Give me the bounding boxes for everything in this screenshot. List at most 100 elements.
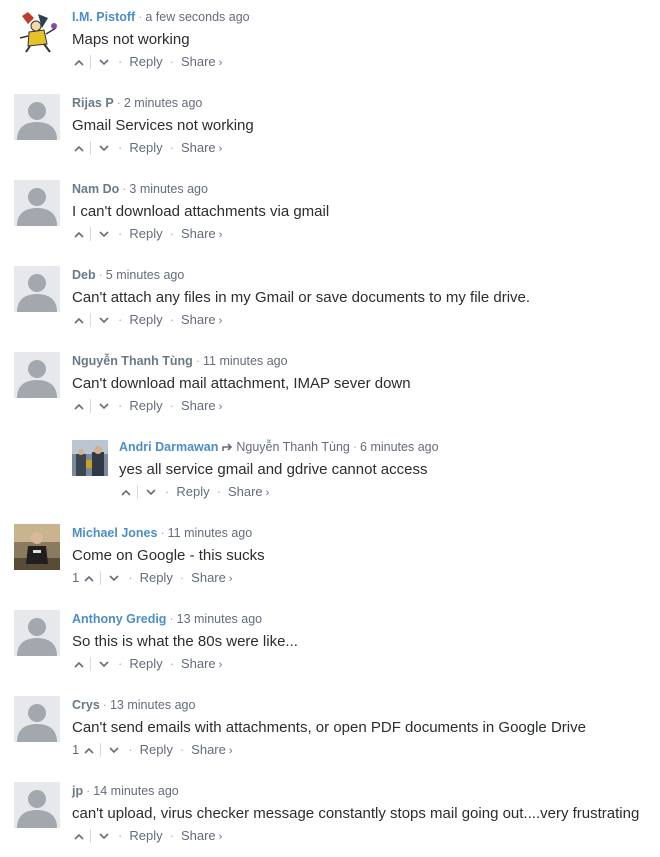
avatar[interactable]: [14, 782, 60, 828]
comment-body: Michael Jones · 11 minutes ago Come on Goo…: [72, 516, 654, 587]
reply-button[interactable]: Reply: [129, 397, 162, 415]
author-name[interactable]: Andri Darmawan: [119, 440, 218, 454]
meta-dot: ·: [138, 10, 143, 24]
meta-dot: ·: [160, 526, 165, 540]
timestamp[interactable]: 11 minutes ago: [168, 526, 253, 540]
upvote-button[interactable]: [72, 55, 86, 69]
downvote-button[interactable]: [97, 829, 111, 843]
share-button[interactable]: Share ›: [181, 397, 222, 416]
author-name[interactable]: Deb: [72, 268, 96, 282]
author-name[interactable]: Nam Do: [72, 182, 119, 196]
upvote-button[interactable]: [82, 743, 96, 757]
avatar[interactable]: [14, 266, 60, 312]
vote-divider: [90, 829, 91, 843]
upvote-button[interactable]: [72, 399, 86, 413]
comment-meta: I.M. Pistoff · a few seconds ago: [72, 8, 654, 26]
downvote-button[interactable]: [97, 399, 111, 413]
timestamp[interactable]: 3 minutes ago: [129, 182, 208, 196]
reply-button[interactable]: Reply: [129, 225, 162, 243]
share-button[interactable]: Share ›: [181, 311, 222, 330]
author-name[interactable]: Crys: [72, 698, 100, 712]
timestamp[interactable]: a few seconds ago: [145, 10, 249, 24]
downvote-button[interactable]: [144, 485, 158, 499]
share-button[interactable]: Share ›: [181, 827, 222, 846]
share-chevron-icon: ›: [265, 486, 270, 499]
action-dot: ·: [118, 828, 123, 843]
avatar[interactable]: [14, 94, 60, 140]
upvote-button[interactable]: [72, 141, 86, 155]
parent-author[interactable]: Nguyễn Thanh Tùng: [236, 440, 350, 454]
timestamp[interactable]: 6 minutes ago: [360, 440, 439, 454]
upvote-button[interactable]: [72, 657, 86, 671]
timestamp[interactable]: 13 minutes ago: [177, 612, 262, 626]
avatar[interactable]: [14, 8, 60, 54]
meta-dot: ·: [122, 182, 127, 196]
reply-button[interactable]: Reply: [129, 311, 162, 329]
upvote-button[interactable]: [72, 829, 86, 843]
comment-body: Andri Darmawan Nguyễn Thanh Tùng · 6 minute…: [119, 430, 654, 501]
avatar[interactable]: [14, 696, 60, 742]
author-name[interactable]: jp: [72, 784, 83, 798]
avatar[interactable]: [72, 440, 108, 476]
share-button[interactable]: Share ›: [181, 53, 222, 72]
share-button[interactable]: Share ›: [181, 139, 222, 158]
chevron-down-icon: [99, 230, 109, 237]
comment-meta: Anthony Gredig · 13 minutes ago: [72, 610, 654, 628]
author-name[interactable]: I.M. Pistoff: [72, 10, 135, 24]
downvote-button[interactable]: [97, 55, 111, 69]
share-button[interactable]: Share ›: [191, 741, 232, 760]
comment-body: Deb · 5 minutes ago Can't attach any files…: [72, 258, 654, 329]
author-name[interactable]: Nguyễn Thanh Tùng: [72, 354, 193, 368]
chevron-up-icon: [74, 403, 84, 410]
downvote-button[interactable]: [107, 571, 121, 585]
timestamp[interactable]: 2 minutes ago: [124, 96, 203, 110]
timestamp[interactable]: 14 minutes ago: [93, 784, 178, 798]
avatar[interactable]: [14, 180, 60, 226]
downvote-button[interactable]: [107, 743, 121, 757]
reply-arrow-icon: [222, 443, 233, 451]
share-chevron-icon: ›: [218, 228, 223, 241]
share-button[interactable]: Share ›: [191, 569, 232, 588]
timestamp[interactable]: 5 minutes ago: [106, 268, 185, 282]
avatar[interactable]: [14, 610, 60, 656]
upvote-button[interactable]: [72, 313, 86, 327]
reply-button[interactable]: Reply: [176, 483, 209, 501]
reply-button[interactable]: Reply: [140, 741, 173, 759]
avatar[interactable]: [14, 524, 60, 570]
comment-actions: · Reply · Share ›: [72, 655, 654, 673]
reply-button[interactable]: Reply: [129, 139, 162, 157]
reply-button[interactable]: Reply: [129, 655, 162, 673]
author-name[interactable]: Anthony Gredig: [72, 612, 166, 626]
meta-dot: ·: [98, 268, 103, 282]
downvote-button[interactable]: [97, 313, 111, 327]
upvote-button[interactable]: [72, 227, 86, 241]
reply-button[interactable]: Reply: [129, 827, 162, 845]
avatar[interactable]: [14, 352, 60, 398]
share-button[interactable]: Share ›: [181, 655, 222, 674]
timestamp[interactable]: 11 minutes ago: [203, 354, 288, 368]
comment-text: I can't download attachments via gmail: [72, 203, 330, 220]
upvote-button[interactable]: [119, 485, 133, 499]
author-name[interactable]: Michael Jones: [72, 526, 157, 540]
chevron-down-icon: [146, 488, 156, 495]
chevron-up-icon: [74, 317, 84, 324]
downvote-button[interactable]: [97, 141, 111, 155]
photo-avatar-icon: [72, 440, 108, 476]
comment-meta: Crys · 13 minutes ago: [72, 696, 654, 714]
upvote-button[interactable]: [82, 571, 96, 585]
comment-meta: Nam Do · 3 minutes ago: [72, 180, 654, 198]
reply-button[interactable]: Reply: [140, 569, 173, 587]
chevron-up-icon: [74, 661, 84, 668]
chevron-up-icon: [84, 747, 94, 754]
reply-button[interactable]: Reply: [129, 53, 162, 71]
share-button[interactable]: Share ›: [228, 483, 269, 502]
default-avatar-icon: [14, 696, 60, 742]
timestamp[interactable]: 13 minutes ago: [110, 698, 195, 712]
share-label: Share: [180, 311, 216, 327]
share-button[interactable]: Share ›: [181, 225, 222, 244]
votes: [72, 657, 111, 671]
author-name[interactable]: Rijas P: [72, 96, 114, 110]
downvote-button[interactable]: [97, 657, 111, 671]
comment-body: I.M. Pistoff · a few seconds ago Maps not …: [72, 0, 654, 71]
downvote-button[interactable]: [97, 227, 111, 241]
